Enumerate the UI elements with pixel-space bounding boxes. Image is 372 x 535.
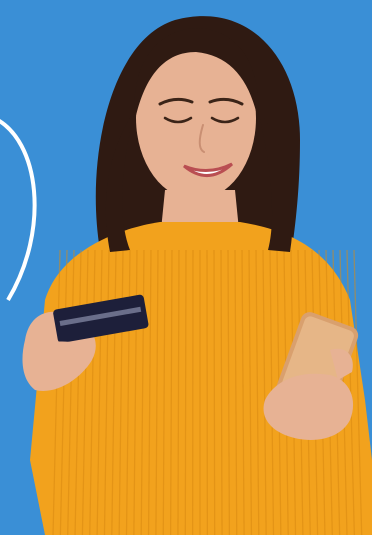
knit-rib-line: [184, 249, 187, 535]
woman-with-card-and-phone-photo: [0, 0, 372, 535]
knit-rib-line: [213, 249, 216, 535]
photo-scene: [0, 0, 372, 535]
